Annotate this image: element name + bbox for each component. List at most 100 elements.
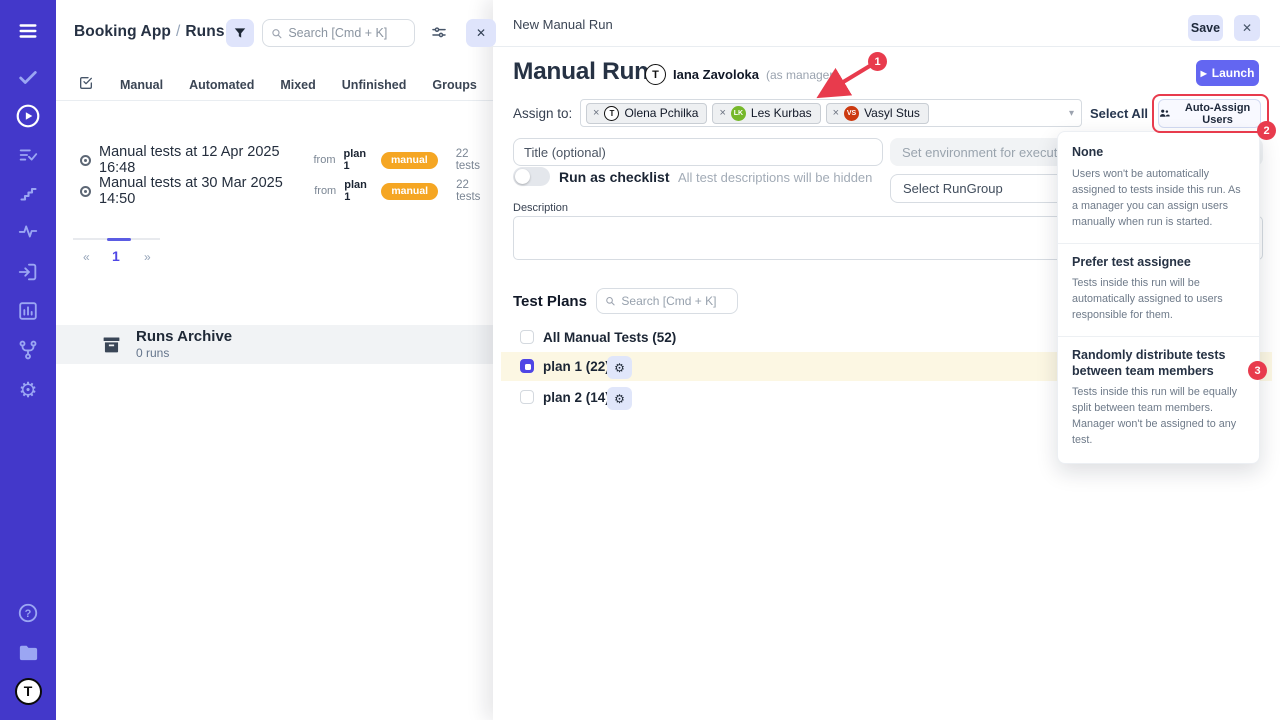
breadcrumb-project[interactable]: Booking App — [74, 23, 171, 40]
owner-avatar: T — [645, 64, 666, 85]
run-test-count: 22 tests — [456, 148, 493, 172]
dropdown-option-none[interactable]: None Users won't be automatically assign… — [1058, 134, 1259, 243]
steps-icon[interactable] — [0, 177, 56, 207]
checklist-label: Run as checklist — [559, 169, 670, 185]
select-runs-icon[interactable] — [78, 75, 94, 96]
assignee-chip: × LK Les Kurbas — [712, 103, 820, 124]
assignee-name: Vasyl Stus — [864, 106, 920, 120]
avatar: VS — [844, 106, 859, 121]
users-icon — [1159, 107, 1170, 120]
option-description: Tests inside this run will be automatica… — [1072, 276, 1245, 324]
tab-groups[interactable]: Groups — [432, 78, 476, 92]
help-icon[interactable]: ? — [0, 598, 56, 628]
new-run-panel: New Manual Run Save ✕ Manual Run T Iana … — [493, 0, 1280, 720]
app-logo[interactable]: T — [0, 676, 56, 706]
checklist-hint: All test descriptions will be hidden — [678, 170, 872, 185]
auto-assign-dropdown: None Users won't be automatically assign… — [1057, 131, 1260, 464]
pagination-prev[interactable]: « — [83, 250, 90, 264]
branch-icon[interactable] — [0, 335, 56, 365]
run-list-item[interactable]: Manual tests at 30 Mar 2025 14:50 from p… — [80, 175, 493, 207]
settings-gear-icon[interactable]: ⚙ — [0, 375, 56, 405]
option-title: Prefer test assignee — [1072, 255, 1245, 271]
page-title: New Manual Run — [513, 17, 613, 32]
run-from-label: from — [314, 154, 336, 166]
checkbox-all-manual-tests[interactable] — [520, 330, 534, 344]
checklist-icon[interactable] — [0, 140, 56, 170]
avatar: LK — [731, 106, 746, 121]
assignee-chip: × T Olena Pchilka — [586, 103, 707, 124]
run-type-tabs: Manual Automated Mixed Unfinished Groups… — [56, 70, 493, 100]
plan-label-1[interactable]: plan 1 (22) — [543, 359, 610, 374]
pagination-next[interactable]: » — [144, 250, 151, 264]
breadcrumb-section[interactable]: Runs — [185, 23, 224, 40]
assignees-multiselect[interactable]: × T Olena Pchilka × LK Les Kurbas × VS V… — [580, 99, 1082, 127]
dropdown-option-prefer-assignee[interactable]: Prefer test assignee Tests inside this r… — [1058, 243, 1259, 337]
archive-count: 0 runs — [136, 346, 232, 360]
close-button[interactable]: ✕ — [1234, 15, 1260, 41]
dropdown-option-randomly-distribute[interactable]: Randomly distribute tests between team m… — [1058, 336, 1259, 461]
tab-automated[interactable]: Automated — [189, 78, 254, 92]
checkbox-plan-1[interactable] — [520, 359, 534, 373]
plan-1-settings-button[interactable]: ⚙ — [607, 356, 632, 379]
activity-icon[interactable] — [0, 216, 56, 246]
test-plans-search-input[interactable] — [621, 294, 729, 308]
panel-close-button[interactable]: ✕ — [466, 19, 496, 47]
description-label: Description — [513, 202, 568, 214]
report-chart-icon[interactable] — [0, 296, 56, 326]
run-test-count: 22 tests — [456, 179, 493, 203]
auto-assign-users-button[interactable]: Auto-Assign Users — [1158, 99, 1261, 128]
runs-play-icon[interactable] — [0, 101, 56, 131]
plan-label-2[interactable]: plan 2 (14) — [543, 390, 610, 405]
tests-check-icon[interactable] — [0, 62, 56, 92]
runs-search-input[interactable] — [288, 26, 406, 40]
remove-assignee-icon[interactable]: × — [719, 107, 725, 119]
remove-assignee-icon[interactable]: × — [833, 107, 839, 119]
projects-folder-icon[interactable] — [0, 637, 56, 667]
assignee-chip: × VS Vasyl Stus — [826, 103, 929, 124]
save-button[interactable]: Save — [1188, 15, 1223, 41]
menu-icon[interactable] — [0, 16, 56, 46]
assignee-name: Les Kurbas — [751, 106, 812, 120]
play-icon: ▶ — [1201, 69, 1207, 78]
owner-role: (as manager) — [766, 68, 837, 82]
select-all-button[interactable]: Select All — [1090, 106, 1148, 121]
archive-box-icon — [101, 334, 122, 355]
toggle-knob — [515, 169, 530, 184]
run-title-input[interactable] — [513, 138, 883, 166]
run-heading: Manual Run — [513, 58, 649, 86]
run-from-label: from — [314, 185, 336, 197]
divider — [56, 100, 493, 101]
launch-button[interactable]: ▶ Launch — [1196, 60, 1259, 86]
import-icon[interactable] — [0, 257, 56, 287]
breadcrumb: Booking App/Runs — [74, 23, 225, 41]
run-title: Manual tests at 30 Mar 2025 14:50 — [99, 175, 304, 207]
runs-list-panel: Booking App/Runs Manual Automated Mixed … — [56, 0, 493, 720]
remove-assignee-icon[interactable]: × — [593, 107, 599, 119]
annotation-badge-1: 1 — [868, 52, 887, 71]
filter-button[interactable] — [226, 19, 254, 47]
view-settings-icon[interactable] — [431, 25, 447, 46]
test-plans-search — [596, 288, 738, 314]
search-icon — [271, 27, 282, 40]
tab-manual[interactable]: Manual — [120, 78, 163, 92]
owner-name: Iana Zavoloka — [673, 67, 759, 82]
runs-archive[interactable]: Runs Archive 0 runs — [56, 325, 493, 364]
sidebar: ⚙ ? T — [0, 0, 56, 720]
option-title: None — [1072, 145, 1245, 161]
assignee-name: Olena Pchilka — [624, 106, 698, 120]
plan-2-settings-button[interactable]: ⚙ — [607, 387, 632, 410]
checkbox-plan-2[interactable] — [520, 390, 534, 404]
tab-unfinished[interactable]: Unfinished — [342, 78, 407, 92]
tab-mixed[interactable]: Mixed — [280, 78, 315, 92]
plan-label-all[interactable]: All Manual Tests (52) — [543, 330, 676, 345]
main-topbar: New Manual Run Save ✕ — [493, 0, 1280, 47]
app-root: ⚙ ? T Booking App/Runs Manu — [0, 0, 1280, 720]
annotation-badge-3: 3 — [1248, 361, 1267, 380]
run-list-item[interactable]: Manual tests at 12 Apr 2025 16:48 from p… — [80, 144, 493, 176]
option-description: Tests inside this run will be equally sp… — [1072, 385, 1245, 449]
pagination-page-1[interactable]: 1 — [112, 248, 120, 264]
pagination-track — [73, 238, 160, 240]
run-plan: plan 1 — [344, 179, 373, 203]
chevron-down-icon[interactable]: ▾ — [1069, 108, 1074, 119]
run-as-checklist-toggle[interactable] — [513, 167, 550, 186]
